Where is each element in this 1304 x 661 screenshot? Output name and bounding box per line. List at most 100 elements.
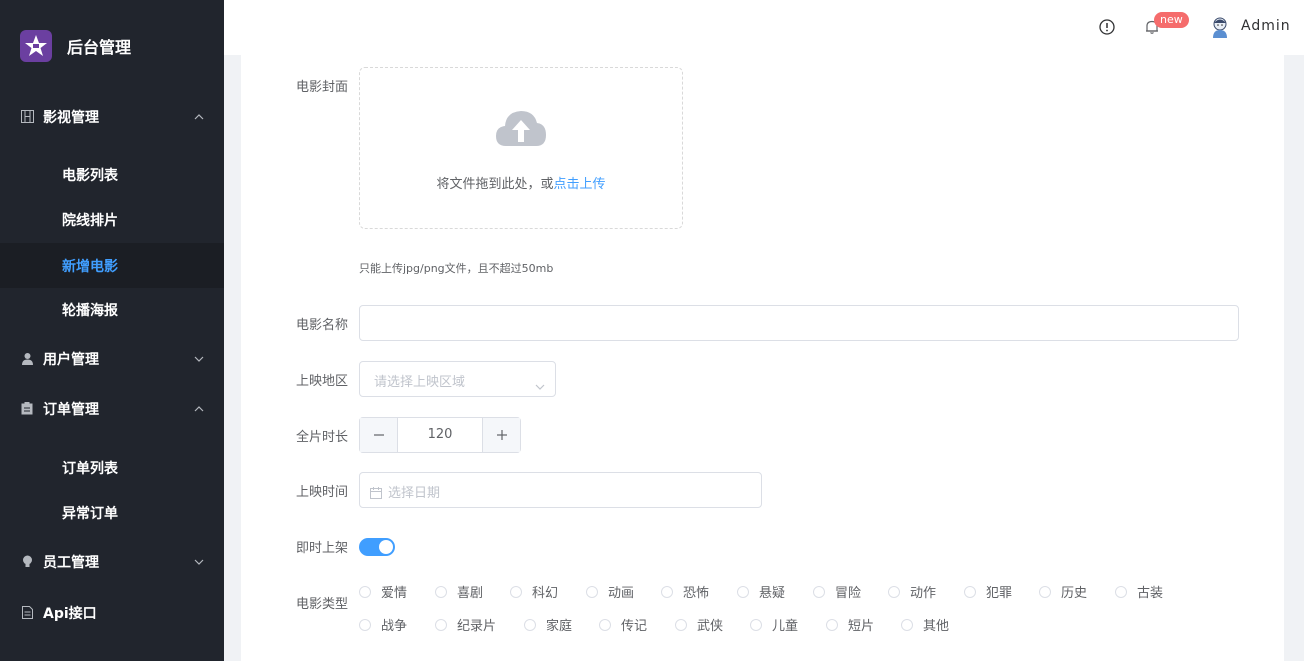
duration-label: 全片时长 [295, 430, 348, 445]
menu-api[interactable]: Api接口 [0, 590, 224, 635]
avatar[interactable] [1208, 15, 1232, 39]
genre-radio[interactable]: 科幻 [510, 582, 558, 601]
menu-movie-list[interactable]: 电影列表 [0, 152, 224, 197]
genre-radio[interactable]: 动作 [888, 582, 936, 601]
menu-carousel-poster[interactable]: 轮播海报 [0, 287, 224, 332]
menu-label: Api接口 [43, 605, 97, 622]
genre-radio[interactable]: 家庭 [524, 615, 572, 634]
radio-circle [435, 585, 447, 598]
radio-circle [901, 618, 913, 631]
menu-label: 异常订单 [62, 505, 118, 522]
radio-label: 动作 [910, 586, 937, 601]
cover-upload-dropzone[interactable]: 将文件拖到此处，或点击上传 [359, 67, 683, 229]
radio-label: 传记 [621, 619, 648, 634]
film-icon [20, 110, 34, 124]
radio-label: 悬疑 [759, 586, 786, 601]
duration-value[interactable]: 120 [397, 427, 483, 442]
increment-button[interactable] [482, 418, 520, 452]
radio-label: 战争 [381, 619, 408, 634]
radio-label: 纪录片 [457, 619, 497, 634]
genre-radio[interactable]: 历史 [1039, 582, 1087, 601]
radio-circle [661, 585, 673, 598]
menu-order-list[interactable]: 订单列表 [0, 445, 224, 490]
radio-circle [359, 618, 371, 631]
radio-label: 其他 [923, 619, 950, 634]
genre-radio[interactable]: 犯罪 [964, 582, 1012, 601]
radio-label: 犯罪 [986, 586, 1013, 601]
menu-label: 轮播海报 [62, 302, 118, 319]
release-placeholder: 选择日期 [388, 486, 441, 501]
publish-toggle[interactable] [359, 538, 395, 556]
genre-radio[interactable]: 冒险 [813, 582, 861, 601]
radio-label: 儿童 [772, 619, 799, 634]
radio-circle [826, 618, 838, 631]
radio-circle [888, 585, 900, 598]
genre-radio[interactable]: 儿童 [750, 615, 798, 634]
top-header: new Admin [224, 0, 1304, 55]
duration-stepper: 120 [359, 417, 521, 453]
user-icon [20, 352, 34, 366]
radio-circle [675, 618, 687, 631]
release-date-picker[interactable]: 选择日期 [359, 472, 762, 508]
username[interactable]: Admin [1241, 18, 1291, 34]
menu-user-management[interactable]: 用户管理 [0, 336, 224, 381]
genre-radio[interactable]: 爱情 [359, 582, 407, 601]
menu-label: 员工管理 [43, 554, 99, 571]
chevron-up-icon [194, 404, 204, 414]
radio-circle [750, 618, 762, 631]
genre-radio[interactable]: 纪录片 [435, 615, 496, 634]
document-icon [20, 606, 34, 620]
radio-circle [737, 585, 749, 598]
chevron-up-icon [194, 112, 204, 122]
radio-circle [586, 585, 598, 598]
radio-circle [359, 585, 371, 598]
menu-staff-management[interactable]: 员工管理 [0, 539, 224, 584]
menu-label: 用户管理 [43, 351, 99, 368]
movie-name-input[interactable] [359, 305, 1239, 341]
radio-label: 恐怖 [683, 586, 710, 601]
radio-label: 历史 [1061, 586, 1088, 601]
chevron-down-icon [194, 557, 204, 567]
menu-video-management[interactable]: 影视管理 [0, 94, 224, 139]
radio-label: 喜剧 [457, 586, 484, 601]
publish-label: 即时上架 [295, 541, 348, 556]
radio-circle [435, 618, 447, 631]
notification-badge: new [1154, 12, 1189, 28]
menu-label: 影视管理 [43, 109, 99, 126]
menu-order-management[interactable]: 订单管理 [0, 386, 224, 431]
upload-link[interactable]: 点击上传 [554, 177, 606, 192]
radio-circle [1115, 585, 1127, 598]
genre-radio[interactable]: 短片 [826, 615, 874, 634]
brand[interactable]: 后台管理 [20, 30, 131, 62]
genre-radio[interactable]: 喜剧 [435, 582, 483, 601]
menu-add-movie[interactable]: 新增电影 [0, 243, 224, 288]
radio-circle [813, 585, 825, 598]
chevron-down-icon [194, 354, 204, 364]
genre-radio[interactable]: 传记 [599, 615, 647, 634]
genre-radio[interactable]: 动画 [586, 582, 634, 601]
sidebar: 后台管理 影视管理 电影列表 院线排片 新增电影 轮播海报 用户管理 订单管理 [0, 0, 224, 661]
upload-text: 将文件拖到此处，或点击上传 [360, 173, 682, 192]
region-select[interactable]: 请选择上映区域 [359, 361, 556, 397]
decrement-button[interactable] [360, 418, 398, 452]
genre-radio[interactable]: 悬疑 [737, 582, 785, 601]
name-label: 电影名称 [295, 318, 348, 333]
genre-radio[interactable]: 古装 [1115, 582, 1163, 601]
radio-circle [510, 585, 522, 598]
radio-label: 科幻 [532, 586, 559, 601]
radio-label: 家庭 [546, 619, 573, 634]
genre-radio[interactable]: 其他 [901, 615, 949, 634]
genre-radio[interactable]: 恐怖 [661, 582, 709, 601]
minus-icon [373, 434, 384, 436]
region-label: 上映地区 [295, 374, 348, 389]
radio-label: 动画 [608, 586, 635, 601]
genre-radio[interactable]: 战争 [359, 615, 407, 634]
menu-cinema-schedule[interactable]: 院线排片 [0, 197, 224, 242]
release-label: 上映时间 [295, 485, 348, 500]
scrollbar-track [1298, 55, 1304, 661]
clipboard-icon [20, 402, 34, 416]
genre-radio[interactable]: 武侠 [675, 615, 723, 634]
info-circle-icon[interactable] [1098, 18, 1116, 36]
menu-exception-orders[interactable]: 异常订单 [0, 490, 224, 535]
menu-label: 电影列表 [62, 167, 118, 184]
